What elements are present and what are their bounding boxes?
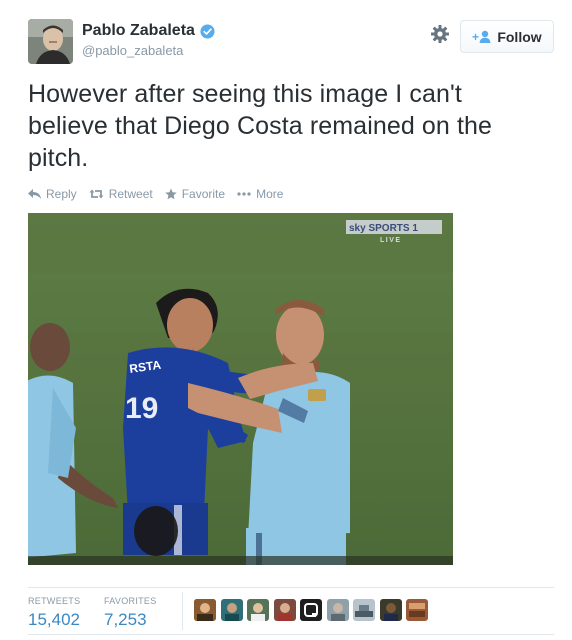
tweet-stats: RETWEETS 15,402 FAVORITES 7,253 bbox=[28, 587, 554, 635]
gear-icon[interactable] bbox=[430, 24, 450, 44]
verified-badge-icon bbox=[200, 23, 215, 39]
svg-text:LIVE: LIVE bbox=[380, 237, 402, 244]
retweets-count: 15,402 bbox=[28, 610, 80, 629]
retweet-label: Retweet bbox=[108, 187, 153, 201]
favoriter-avatar[interactable] bbox=[326, 599, 349, 621]
favoriter-avatar[interactable] bbox=[353, 599, 375, 621]
favoriter-avatar[interactable] bbox=[300, 599, 322, 621]
svg-text:+: + bbox=[472, 30, 479, 44]
avatar[interactable] bbox=[28, 19, 73, 64]
tweet-text: However after seeing this image I can't … bbox=[28, 80, 493, 172]
user-handle[interactable]: @pablo_zabaleta bbox=[82, 43, 215, 58]
user-info: Pablo Zabaleta @pablo_zabaleta bbox=[82, 22, 215, 58]
user-fullname[interactable]: Pablo Zabaleta bbox=[82, 22, 195, 40]
favorites-label: FAVORITES bbox=[104, 596, 157, 606]
favoriter-avatar[interactable] bbox=[379, 599, 402, 621]
football-scene-image: sky SPORTS 1 LIVE RSTA 19 bbox=[28, 213, 453, 565]
favorite-label: Favorite bbox=[181, 187, 226, 201]
star-icon bbox=[165, 188, 177, 200]
favorites-count: 7,253 bbox=[104, 610, 147, 629]
favoriters-avatars bbox=[194, 599, 433, 621]
retweets-label: RETWEETS bbox=[28, 596, 81, 606]
favoriter-avatar[interactable] bbox=[247, 599, 269, 621]
svg-text:sky SPORTS 1: sky SPORTS 1 bbox=[349, 223, 418, 234]
favoriter-avatar[interactable] bbox=[406, 599, 428, 621]
favoriter-avatar[interactable] bbox=[273, 599, 296, 621]
retweet-button[interactable]: Retweet bbox=[89, 187, 153, 201]
favorite-button[interactable]: Favorite bbox=[165, 187, 225, 201]
stats-divider bbox=[182, 592, 183, 630]
follow-button[interactable]: + Follow bbox=[460, 20, 554, 53]
follow-button-label: Follow bbox=[497, 28, 542, 45]
retweets-stat[interactable]: RETWEETS 15,402 bbox=[28, 596, 80, 630]
more-label: More bbox=[256, 187, 284, 201]
more-button[interactable]: More bbox=[237, 187, 283, 201]
avatar-image bbox=[28, 19, 73, 64]
reply-label: Reply bbox=[46, 187, 77, 201]
tweet-actions: Reply Retweet Favorite More bbox=[28, 187, 295, 201]
favoriter-avatar[interactable] bbox=[194, 599, 216, 621]
follow-person-icon: + bbox=[472, 30, 491, 44]
reply-icon bbox=[28, 188, 41, 199]
tweet-header: Pablo Zabaleta @pablo_zabaleta + Follow bbox=[28, 17, 554, 65]
favorites-stat[interactable]: FAVORITES 7,253 bbox=[104, 596, 157, 630]
favoriter-avatar[interactable] bbox=[220, 599, 243, 621]
tweet-photo[interactable]: sky SPORTS 1 LIVE RSTA 19 bbox=[28, 213, 453, 565]
reply-button[interactable]: Reply bbox=[28, 187, 77, 201]
svg-text:19: 19 bbox=[125, 392, 158, 425]
retweet-icon bbox=[89, 189, 104, 199]
more-dots-icon bbox=[237, 192, 251, 196]
